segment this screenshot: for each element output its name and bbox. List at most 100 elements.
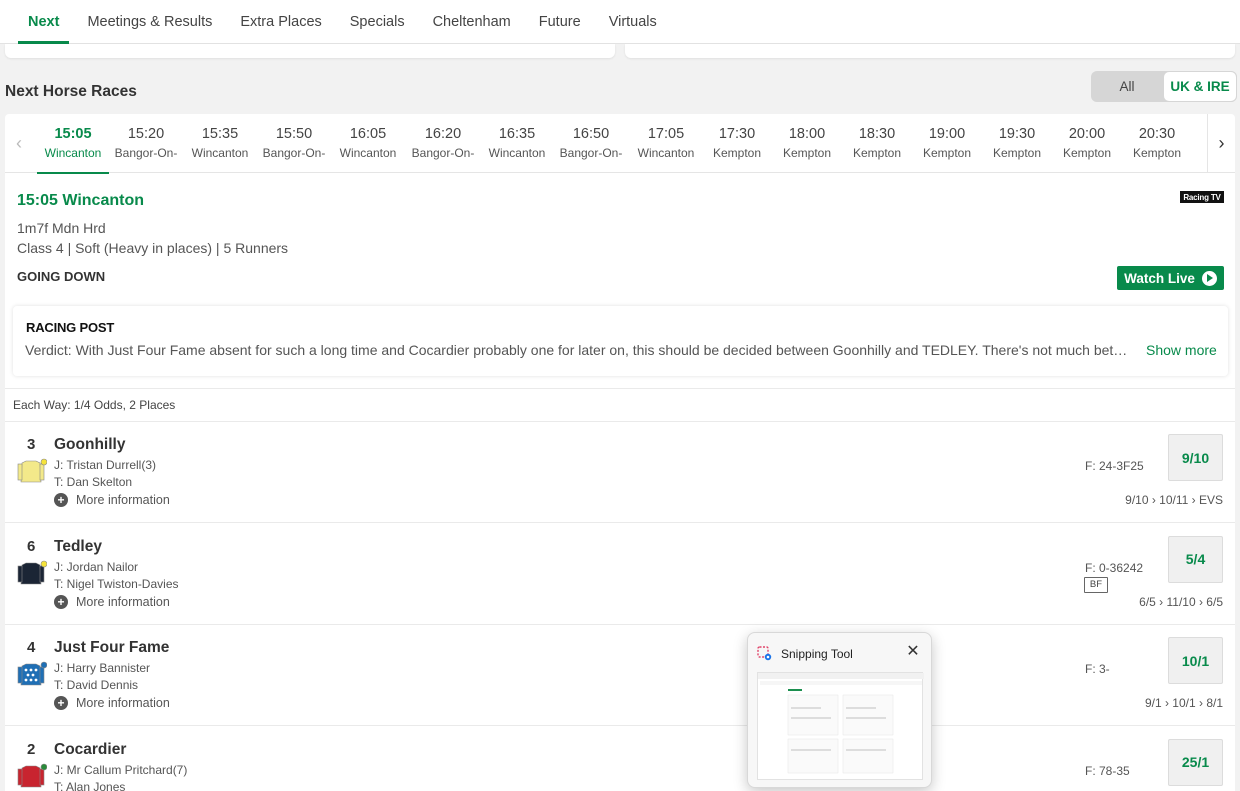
racing-post-logo: RACING POST bbox=[26, 320, 115, 335]
runner-number: 2 bbox=[27, 740, 36, 758]
jockey-silk-icon bbox=[17, 661, 48, 687]
race-card: ‹ 15:05 Wincanton 15:20 Bangor-On- 15:35 Winc… bbox=[5, 114, 1235, 791]
odds-history: 9/1 › 10/1 › 8/1 bbox=[1144, 696, 1223, 710]
beaten-favourite-badge: BF bbox=[1084, 576, 1108, 593]
race-time: 16:35 bbox=[498, 126, 536, 142]
race-time: 15:50 bbox=[275, 126, 313, 142]
race-course: Kempton bbox=[1132, 146, 1182, 160]
race-course: Kempton bbox=[992, 146, 1042, 160]
race-time: 20:30 bbox=[1138, 126, 1176, 142]
runner-row: 6 Tedley J: Jordan Nailor T: Nigel Twiston-… bbox=[5, 524, 1235, 625]
race-time-tab[interactable]: 15:20 Bangor-On- bbox=[110, 126, 182, 161]
racing-tv-logo: Racing TV bbox=[1180, 191, 1224, 203]
previous-card-bottom bbox=[5, 44, 615, 58]
tab-cheltenham[interactable]: Cheltenham bbox=[419, 0, 525, 44]
more-information-link[interactable]: + More information bbox=[54, 594, 170, 609]
tab-next[interactable]: Next bbox=[14, 0, 73, 44]
odds-history: 9/10 › 10/11 › EVS bbox=[1125, 493, 1223, 507]
verdict-text: Verdict: With Just Four Fame absent for … bbox=[25, 342, 1135, 358]
chevron-right-icon[interactable]: › bbox=[1207, 114, 1235, 173]
race-time: 19:00 bbox=[928, 126, 966, 142]
more-information-link[interactable]: + More information bbox=[54, 493, 170, 507]
more-information-label: More information bbox=[76, 594, 170, 609]
race-time-tab[interactable]: 19:00 Kempton bbox=[912, 126, 982, 161]
tab-specials[interactable]: Specials bbox=[336, 0, 419, 44]
close-icon[interactable]: ✕ bbox=[904, 643, 922, 661]
chevron-left-icon[interactable]: ‹ bbox=[5, 114, 33, 173]
runner-trainer: T: Dan Skelton bbox=[54, 475, 133, 489]
toggle-uk-ire[interactable]: UK & IRE bbox=[1163, 71, 1237, 102]
race-time-tab[interactable]: 15:50 Bangor-On- bbox=[258, 126, 330, 161]
odds-button[interactable]: 5/4 bbox=[1168, 535, 1223, 583]
race-time-tab[interactable]: 16:20 Bangor-On- bbox=[407, 126, 479, 161]
plus-icon: + bbox=[54, 696, 68, 710]
show-more-link[interactable]: Show more bbox=[1146, 342, 1217, 358]
race-course: Wincanton bbox=[191, 146, 249, 160]
page: Next Meetings & Results Extra Places Spe… bbox=[0, 0, 1240, 791]
more-information-link[interactable]: + More information bbox=[54, 696, 170, 710]
race-time: 17:05 bbox=[647, 126, 685, 142]
race-time-tab[interactable]: 16:35 Wincanton bbox=[481, 126, 553, 161]
race-time-tab[interactable]: 17:30 Kempton bbox=[702, 126, 772, 161]
screenshot-thumbnail[interactable] bbox=[757, 672, 924, 780]
race-time: 15:20 bbox=[127, 126, 165, 142]
race-time-tab[interactable]: 20:00 Kempton bbox=[1052, 126, 1122, 161]
runner-trainer: T: David Dennis bbox=[54, 678, 139, 692]
odds-button[interactable]: 9/10 bbox=[1168, 434, 1223, 481]
race-time-tab[interactable]: 15:35 Wincanton bbox=[184, 126, 256, 161]
jockey-silk-icon bbox=[17, 763, 48, 789]
plus-icon: + bbox=[54, 594, 68, 609]
snipping-tool-title: Snipping Tool bbox=[781, 647, 853, 661]
snipping-tool-popup[interactable]: Snipping Tool ✕ bbox=[747, 632, 932, 788]
runner-row: 4 Just Four Fame J: Harry Bannister T: Davi… bbox=[5, 625, 1235, 726]
race-time: 16:20 bbox=[424, 126, 462, 142]
race-time-strip: ‹ 15:05 Wincanton 15:20 Bangor-On- 15:35 Winc… bbox=[5, 114, 1235, 174]
race-course: Bangor-On- bbox=[114, 146, 178, 160]
race-info: Class 4 | Soft (Heavy in places) | 5 Run… bbox=[17, 240, 289, 256]
race-time-tab[interactable]: 19:30 Kempton bbox=[982, 126, 1052, 161]
tab-meetings-results[interactable]: Meetings & Results bbox=[73, 0, 226, 44]
jockey-silk-icon bbox=[17, 560, 48, 586]
race-course: Bangor-On- bbox=[262, 146, 326, 160]
runner-row: 2 Cocardier J: Mr Callum Pritchard(7) T: Al… bbox=[5, 727, 1235, 791]
race-time-tab[interactable]: 18:30 Kempton bbox=[842, 126, 912, 161]
race-course: Bangor-On- bbox=[411, 146, 475, 160]
race-time-tab[interactable]: 20:30 Kempton bbox=[1122, 126, 1192, 161]
tab-virtuals[interactable]: Virtuals bbox=[595, 0, 671, 44]
toggle-all[interactable]: All bbox=[1091, 71, 1163, 102]
play-icon bbox=[1201, 270, 1217, 286]
race-time-tab[interactable]: 17:05 Wincanton bbox=[630, 126, 702, 161]
race-course: Kempton bbox=[852, 146, 902, 160]
runner-form: F: 24-3F25 bbox=[1085, 459, 1144, 473]
more-information-label: More information bbox=[76, 493, 170, 507]
odds-button[interactable]: 25/1 bbox=[1168, 738, 1223, 786]
race-time: 16:05 bbox=[349, 126, 387, 142]
race-time: 18:00 bbox=[788, 126, 826, 142]
race-time: 19:30 bbox=[998, 126, 1036, 142]
race-course: Kempton bbox=[1062, 146, 1112, 160]
race-time-tab[interactable]: 16:50 Bangor-On- bbox=[555, 126, 627, 161]
race-time-tab[interactable]: 18:00 Kempton bbox=[772, 126, 842, 161]
section-title: Next Horse Races bbox=[5, 83, 137, 100]
runner-number: 3 bbox=[27, 436, 36, 453]
runner-form: F: 0-36242 bbox=[1085, 560, 1144, 575]
runner-trainer: T: Alan Jones bbox=[54, 779, 126, 791]
verdict-box: RACING POST Verdict: With Just Four Fame… bbox=[13, 306, 1228, 376]
runner-form: F: 3- bbox=[1085, 662, 1110, 676]
race-course: Wincanton bbox=[637, 146, 695, 160]
watch-live-button[interactable]: Watch Live bbox=[1117, 266, 1224, 290]
runner-jockey: J: Harry Bannister bbox=[54, 661, 151, 675]
runner-row: 3 Goonhilly J: Tristan Durrell(3) T: Dan Sk… bbox=[5, 422, 1235, 523]
race-time-tab[interactable]: 16:05 Wincanton bbox=[332, 126, 404, 161]
race-distance: 1m7f Mdn Hrd bbox=[17, 220, 106, 236]
tab-future[interactable]: Future bbox=[525, 0, 595, 44]
race-time: 15:05 bbox=[54, 126, 92, 142]
plus-icon: + bbox=[54, 493, 68, 507]
runner-jockey: J: Jordan Nailor bbox=[54, 559, 139, 574]
race-course: Kempton bbox=[712, 146, 762, 160]
race-time: 16:50 bbox=[572, 126, 610, 142]
race-time-tab[interactable]: 15:05 Wincanton bbox=[37, 126, 109, 174]
jockey-silk-icon bbox=[17, 458, 48, 484]
tab-extra-places[interactable]: Extra Places bbox=[226, 0, 335, 44]
odds-button[interactable]: 10/1 bbox=[1168, 637, 1223, 684]
